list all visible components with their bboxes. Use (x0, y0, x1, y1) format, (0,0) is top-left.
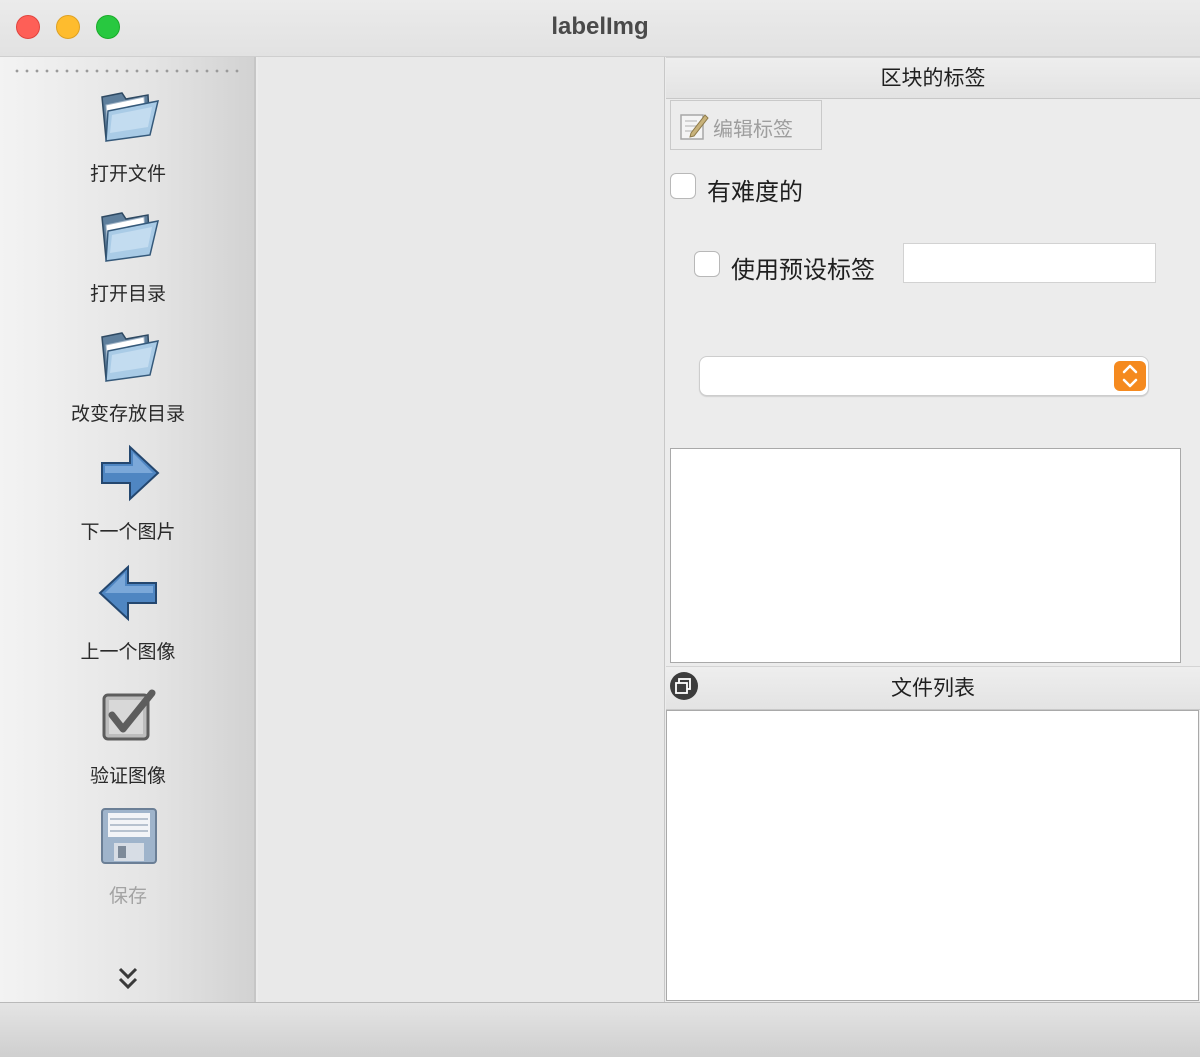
folder-open-icon (101, 92, 159, 142)
file-dock-title: 文件列表 (666, 666, 1200, 710)
edit-label-button[interactable]: 编辑标签 (670, 100, 822, 150)
double-chevron-down-icon[interactable] (116, 965, 140, 995)
label-combo-box[interactable] (699, 356, 1149, 396)
checkbox-icon (102, 689, 156, 741)
folder-open-icon (101, 212, 159, 262)
save-button[interactable]: 保存 (0, 805, 256, 909)
folder-open-icon (101, 332, 159, 382)
default-label-checkbox[interactable] (694, 251, 720, 277)
verify-image-label: 验证图像 (89, 765, 166, 787)
title-bar: labelImg (0, 0, 1200, 57)
label-dock-title: 区块的标签 (666, 57, 1200, 99)
toolbar-grip[interactable] (12, 69, 244, 73)
edit-pencil-icon (680, 114, 709, 140)
arrow-right-icon (101, 444, 160, 502)
save-label: 保存 (108, 885, 147, 907)
open-dir-button[interactable]: 打开目录 (0, 203, 256, 307)
label-list[interactable] (670, 448, 1181, 663)
change-save-dir-label: 改变存放目录 (70, 403, 185, 425)
change-save-dir-button[interactable]: 改变存放目录 (0, 323, 256, 427)
file-list[interactable] (666, 710, 1199, 1001)
open-file-button[interactable]: 打开文件 (0, 83, 256, 187)
status-bar (0, 1002, 1200, 1057)
verify-image-button[interactable]: 验证图像 (0, 685, 256, 789)
difficult-label: 有难度的 (707, 178, 803, 206)
prev-image-button[interactable]: 上一个图像 (0, 561, 256, 665)
next-image-label: 下一个图片 (80, 521, 176, 543)
undock-icon[interactable] (670, 672, 698, 700)
prev-image-label: 上一个图像 (80, 641, 176, 663)
floppy-disk-icon (101, 808, 157, 864)
next-image-button[interactable]: 下一个图片 (0, 441, 256, 545)
default-label-input[interactable] (903, 243, 1156, 283)
image-canvas[interactable] (258, 57, 665, 1002)
difficult-checkbox[interactable] (670, 173, 696, 199)
toolbar: 打开文件 打开目录 改变存放目录 下一个图片 上一个图像 验证图像 保存 (0, 57, 256, 1002)
open-dir-label: 打开目录 (89, 283, 166, 305)
arrow-left-icon (98, 564, 157, 622)
app-window: labelImg 打开文件 打开目录 改变存放目录 下一个图片 上一个图像 验证… (0, 0, 1200, 1057)
open-file-label: 打开文件 (89, 163, 166, 185)
window-title: labelImg (551, 13, 649, 40)
default-label-text: 使用预设标签 (731, 256, 875, 284)
edit-label-text: 编辑标签 (713, 117, 793, 141)
combo-arrows-icon[interactable] (1114, 361, 1146, 391)
